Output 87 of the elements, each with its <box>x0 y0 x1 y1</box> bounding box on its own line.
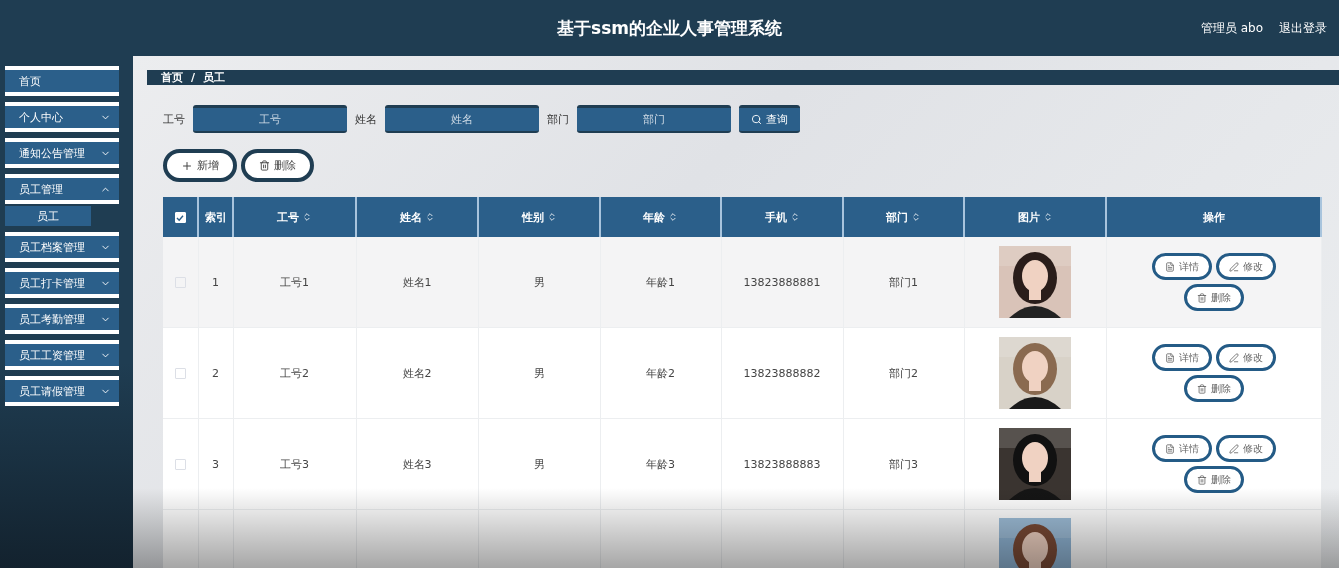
table-cell: 年龄1 <box>646 275 675 289</box>
trash-icon <box>1196 383 1207 394</box>
breadcrumb-item: / <box>191 71 196 84</box>
table-cell: 13823888881 <box>743 275 821 289</box>
sidebar-item[interactable]: 个人中心 <box>5 102 119 132</box>
edit-button[interactable]: 修改 <box>1215 253 1276 280</box>
search-icon <box>751 114 762 125</box>
sidebar-item[interactable]: 员工档案管理 <box>5 232 119 262</box>
table-cell: 姓名2 <box>402 366 432 380</box>
logout-link[interactable]: 退出登录 <box>1279 19 1327 37</box>
delete-button[interactable]: 删除 <box>1183 284 1244 311</box>
document-icon <box>1164 261 1175 272</box>
column-header[interactable]: 图片 <box>1017 209 1053 225</box>
document-icon <box>1164 443 1175 454</box>
table-cell: 姓名3 <box>402 457 432 471</box>
table-cell: 部门1 <box>889 275 918 289</box>
table-cell: 男 <box>533 457 545 471</box>
select-all-checkbox[interactable] <box>174 212 186 223</box>
details-button[interactable]: 详情 <box>1151 344 1212 371</box>
plus-icon <box>181 159 193 172</box>
table-cell: 13823888883 <box>743 457 821 471</box>
sidebar-item[interactable]: 员工考勤管理 <box>5 304 119 334</box>
table-cell: 工号3 <box>280 457 309 471</box>
add-button[interactable]: 新增 <box>163 149 237 182</box>
search-field[interactable]: 部门 <box>577 105 731 133</box>
sidebar-subitem[interactable]: 员工 <box>5 206 91 226</box>
sort-icon[interactable] <box>546 212 557 222</box>
field-label: 部门 <box>547 111 569 127</box>
row-checkbox[interactable] <box>174 277 186 288</box>
details-button[interactable]: 详情 <box>1151 435 1212 462</box>
pen-icon <box>1228 261 1239 272</box>
breadcrumb-item: 员工 <box>203 70 226 85</box>
delete-button[interactable]: 删除 <box>241 149 314 182</box>
column-header: 索引 <box>204 209 227 225</box>
search-button[interactable]: 查询 <box>739 105 800 133</box>
pen-icon <box>1228 352 1239 363</box>
sidebar-item[interactable]: 首页 <box>5 66 119 96</box>
sort-icon[interactable] <box>424 212 435 222</box>
table-cell: 13823888882 <box>743 366 821 380</box>
column-header[interactable]: 年龄 <box>643 209 678 225</box>
delete-button[interactable]: 删除 <box>1183 375 1244 402</box>
table-cell: 姓名1 <box>402 275 432 289</box>
trash-icon <box>1196 474 1207 485</box>
table-cell: 年龄2 <box>646 366 675 380</box>
table-cell: 男 <box>533 275 545 289</box>
pen-icon <box>1228 443 1239 454</box>
table-cell: 1 <box>212 275 219 289</box>
column-header[interactable]: 部门 <box>886 209 921 225</box>
table-cell: 年龄3 <box>646 457 675 471</box>
delete-button[interactable]: 删除 <box>1183 466 1244 493</box>
edit-button[interactable]: 修改 <box>1215 435 1276 462</box>
table-cell: 部门2 <box>889 366 918 380</box>
sort-icon[interactable] <box>789 212 800 222</box>
column-header: 操作 <box>1202 209 1225 225</box>
details-button[interactable]: 详情 <box>1151 253 1212 280</box>
sidebar-item[interactable]: 通知公告管理 <box>5 138 119 168</box>
column-header[interactable]: 工号 <box>277 209 312 225</box>
app-title: 基于ssm的企业人事管理系统 <box>557 16 782 40</box>
table-cell: 2 <box>212 366 219 380</box>
column-header[interactable]: 姓名 <box>399 209 435 225</box>
sidebar-item[interactable]: 员工请假管理 <box>5 376 119 406</box>
field-label: 姓名 <box>355 111 377 127</box>
user-name: 管理员 abo <box>1200 19 1263 37</box>
field-label: 工号 <box>163 111 185 127</box>
table-cell: 工号2 <box>280 366 309 380</box>
sort-icon[interactable] <box>1042 212 1053 222</box>
sidebar-item[interactable]: 员工打卡管理 <box>5 268 119 298</box>
sort-icon[interactable] <box>668 212 678 222</box>
table-cell: 男 <box>533 366 545 380</box>
edit-button[interactable]: 修改 <box>1215 344 1276 371</box>
row-checkbox[interactable] <box>174 459 186 470</box>
breadcrumb-item: 首页 <box>161 70 183 85</box>
sidebar-item[interactable]: 员工管理 <box>5 174 119 204</box>
search-field[interactable]: 姓名 <box>385 105 539 133</box>
trash-icon <box>259 160 270 171</box>
table-cell: 3 <box>212 457 219 471</box>
search-field[interactable]: 工号 <box>193 105 347 133</box>
table-cell: 工号1 <box>280 275 309 289</box>
sidebar-item[interactable]: 员工工资管理 <box>5 340 119 370</box>
trash-icon <box>1196 292 1207 303</box>
row-checkbox[interactable] <box>174 368 186 379</box>
document-icon <box>1164 352 1175 363</box>
column-header[interactable]: 性别 <box>521 209 557 225</box>
table-cell: 部门3 <box>889 457 918 471</box>
column-header[interactable]: 手机 <box>764 209 800 225</box>
sort-icon[interactable] <box>302 212 312 222</box>
sort-icon[interactable] <box>911 212 921 222</box>
